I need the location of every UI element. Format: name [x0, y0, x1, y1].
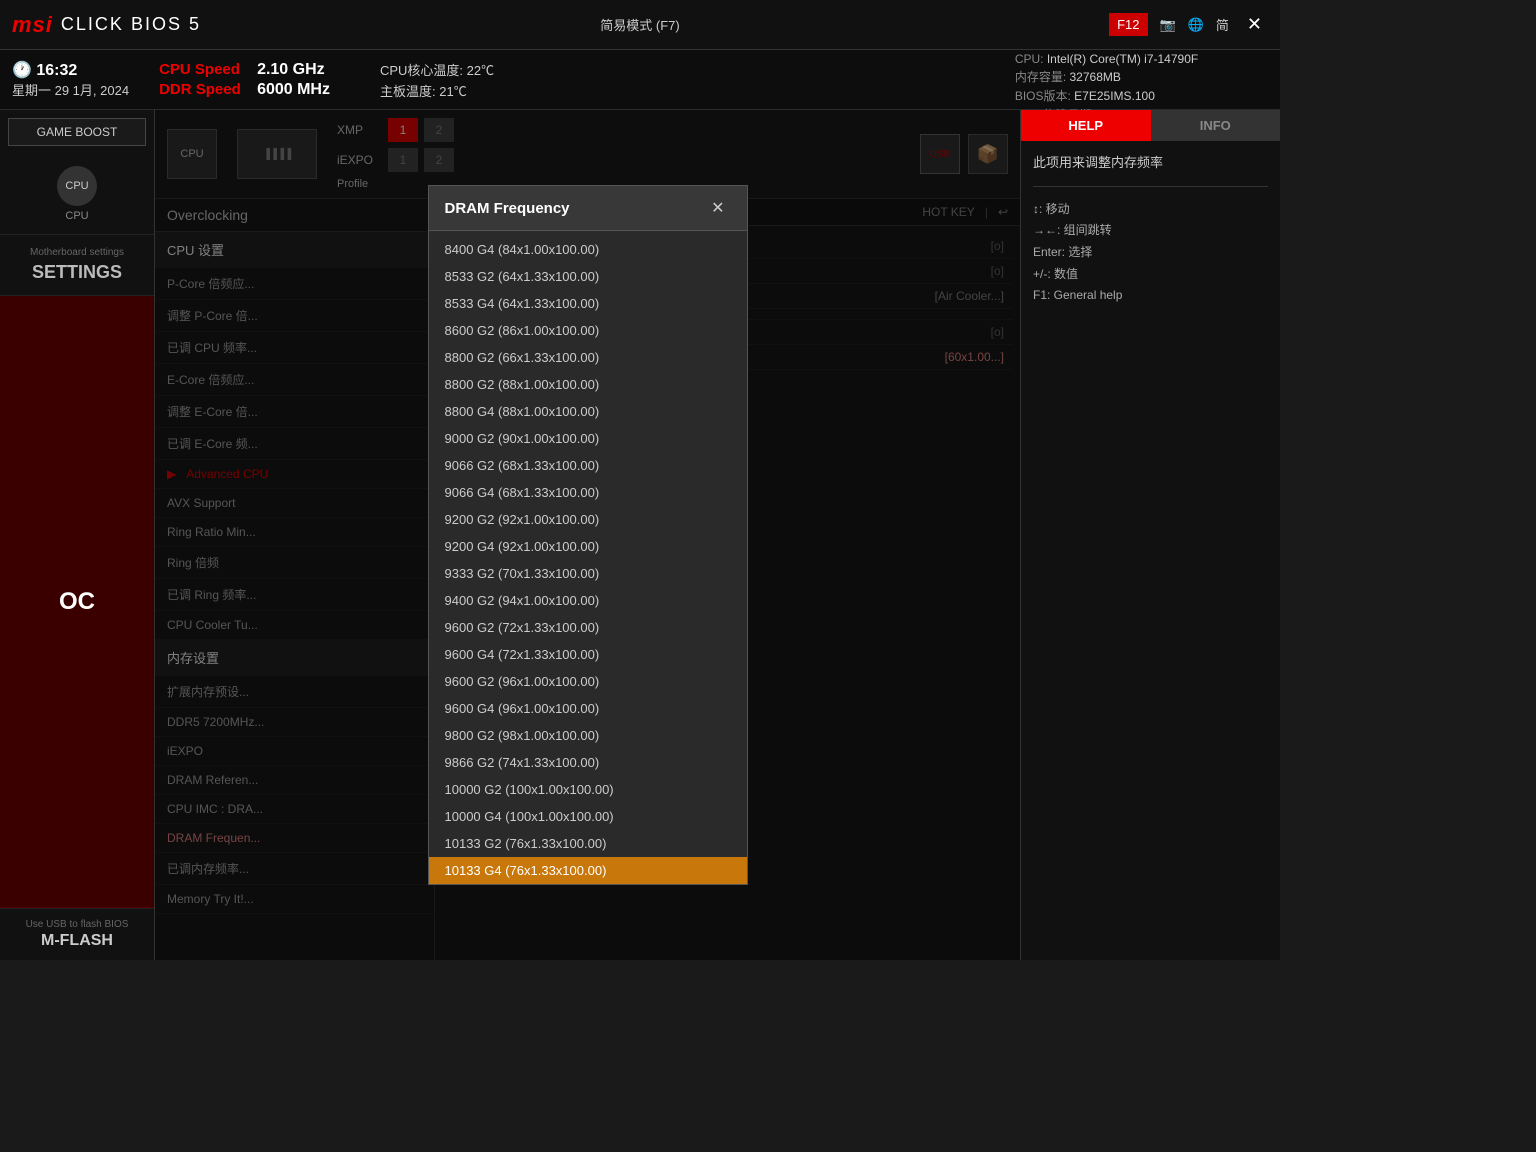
sidebar-nav: CPU CPU Motherboard settings SETTINGS OC… [0, 154, 154, 960]
time-display: 🕐 16:32 [12, 60, 129, 80]
clock-icon: 🕐 [12, 62, 32, 79]
cpu-icon-symbol: CPU [65, 180, 88, 192]
globe-icon[interactable]: 🌐 [1188, 17, 1204, 33]
ddr-speed-label: DDR Speed [159, 81, 249, 98]
modal-list-item[interactable]: 10000 G2 (100x1.00x100.00) [429, 776, 747, 803]
help-key-item: Enter: 选择 [1033, 242, 1268, 264]
top-bar: msi CLICK BIOS 5 简易模式 (F7) F12 📷 🌐 简 ✕ [0, 0, 1280, 50]
modal-list-item[interactable]: 9200 G4 (92x1.00x100.00) [429, 533, 747, 560]
dram-frequency-modal: DRAM Frequency ✕ 8000 G4 (80x1.00x100.00… [428, 185, 748, 885]
lang-button[interactable]: 简 [1216, 15, 1229, 34]
modal-list-item[interactable]: 8400 G4 (84x1.00x100.00) [429, 236, 747, 263]
modal-list-item[interactable]: 9600 G4 (96x1.00x100.00) [429, 695, 747, 722]
modal-list-item[interactable]: 10000 G4 (100x1.00x100.00) [429, 803, 747, 830]
sidebar-item-cpu[interactable]: CPU CPU [0, 154, 154, 235]
mflash-main-label: M-FLASH [41, 932, 113, 950]
sidebar-item-mflash[interactable]: Use USB to flash BIOS M-FLASH [0, 908, 154, 960]
modal-list-item[interactable]: 9600 G2 (72x1.33x100.00) [429, 614, 747, 641]
cpu-speed-label: CPU Speed [159, 61, 249, 78]
modal-list-item[interactable]: 10133 G2 (76x1.33x100.00) [429, 830, 747, 857]
help-key-item: →←: 组间跳转 [1033, 220, 1268, 242]
settings-sublabel: Motherboard settings [30, 247, 124, 258]
modal-list-item[interactable]: 9600 G2 (96x1.00x100.00) [429, 668, 747, 695]
temp-section: CPU核心温度: 22℃ 主板温度: 21℃ [380, 60, 494, 100]
modal-list-item[interactable]: 8533 G2 (64x1.33x100.00) [429, 263, 747, 290]
modal-list[interactable]: 8000 G4 (80x1.00x100.00)8200 G2 (82x1.00… [429, 231, 747, 884]
cpu-speed-value: 2.10 GHz [257, 61, 325, 79]
modal-header: DRAM Frequency ✕ [429, 186, 747, 231]
tab-info[interactable]: INFO [1151, 110, 1281, 141]
help-divider [1033, 186, 1268, 187]
modal-list-item[interactable]: 8600 G2 (86x1.00x100.00) [429, 317, 747, 344]
bios-ver-info: BIOS版本: E7E25IMS.100 [1015, 87, 1268, 104]
top-right-controls: F12 📷 🌐 简 ✕ [1109, 12, 1268, 37]
msi-logo: msi [12, 12, 53, 38]
speed-section: CPU Speed 2.10 GHz DDR Speed 6000 MHz [159, 61, 330, 99]
modal-title: DRAM Frequency [445, 200, 570, 217]
simple-mode-button[interactable]: 简易模式 (F7) [600, 15, 679, 34]
time-section: 🕐 16:32 星期一 29 1月, 2024 [12, 60, 129, 99]
main-layout: GAME BOOST CPU CPU Motherboard settings … [0, 110, 1280, 960]
left-sidebar: GAME BOOST CPU CPU Motherboard settings … [0, 110, 155, 960]
modal-list-item[interactable]: 10133 G4 (76x1.33x100.00) [429, 857, 747, 884]
help-text: 此项用来调整内存频率 [1033, 153, 1268, 174]
modal-list-item[interactable]: 8800 G2 (88x1.00x100.00) [429, 371, 747, 398]
modal-list-item[interactable]: 8800 G2 (66x1.33x100.00) [429, 344, 747, 371]
f12-button[interactable]: F12 [1109, 13, 1147, 36]
mb-temp-row: 主板温度: 21℃ [380, 81, 494, 100]
help-content: 此项用来调整内存频率 ↕: 移动→←: 组间跳转Enter: 选择+/-: 数值… [1021, 141, 1280, 960]
info-bar: 🕐 16:32 星期一 29 1月, 2024 CPU Speed 2.10 G… [0, 50, 1280, 110]
screenshot-button[interactable]: 📷 [1160, 17, 1176, 33]
modal-list-item[interactable]: 9000 G2 (90x1.00x100.00) [429, 425, 747, 452]
help-key-item: F1: General help [1033, 285, 1268, 307]
modal-overlay: DRAM Frequency ✕ 8000 G4 (80x1.00x100.00… [155, 110, 1020, 960]
click-bios-title: CLICK BIOS 5 [61, 14, 201, 35]
modal-list-item[interactable]: 9333 G2 (70x1.33x100.00) [429, 560, 747, 587]
sidebar-item-settings[interactable]: Motherboard settings SETTINGS [0, 235, 154, 296]
modal-list-item[interactable]: 9066 G2 (68x1.33x100.00) [429, 452, 747, 479]
modal-list-item[interactable]: 9866 G2 (74x1.33x100.00) [429, 749, 747, 776]
modal-close-button[interactable]: ✕ [705, 196, 730, 220]
cpu-icon: CPU [57, 166, 97, 206]
help-keys: ↕: 移动→←: 组间跳转Enter: 选择+/-: 数值F1: General… [1033, 199, 1268, 307]
center-content: CPU ▐▐▐▐ XMP 1 2 iEXPO 1 2 Profile [155, 110, 1020, 960]
help-key-item: ↕: 移动 [1033, 199, 1268, 221]
mem-info: 内存容量: 32768MB [1015, 68, 1268, 85]
game-boost-button[interactable]: GAME BOOST [8, 118, 146, 146]
cpu-speed-row: CPU Speed 2.10 GHz [159, 61, 330, 79]
modal-list-item[interactable]: 9066 G4 (68x1.33x100.00) [429, 479, 747, 506]
right-panel: HELP INFO 此项用来调整内存频率 ↕: 移动→←: 组间跳转Enter:… [1020, 110, 1280, 960]
modal-list-item[interactable]: 9600 G4 (72x1.33x100.00) [429, 641, 747, 668]
sidebar-item-oc[interactable]: OC [0, 296, 154, 908]
tab-help[interactable]: HELP [1021, 110, 1151, 141]
modal-list-item[interactable]: 8533 G4 (64x1.33x100.00) [429, 290, 747, 317]
sidebar-cpu-label: CPU [65, 210, 88, 222]
cpu-info: CPU: Intel(R) Core(TM) i7-14790F [1015, 52, 1268, 66]
right-panel-tabs: HELP INFO [1021, 110, 1280, 141]
ddr-speed-row: DDR Speed 6000 MHz [159, 81, 330, 99]
settings-main-label: SETTINGS [32, 262, 122, 283]
modal-list-item[interactable]: 9800 G2 (98x1.00x100.00) [429, 722, 747, 749]
mflash-sublabel: Use USB to flash BIOS [26, 919, 129, 930]
modal-list-item[interactable]: 8800 G4 (88x1.00x100.00) [429, 398, 747, 425]
ddr-speed-value: 6000 MHz [257, 81, 330, 99]
close-button[interactable]: ✕ [1241, 12, 1268, 37]
cpu-temp-row: CPU核心温度: 22℃ [380, 60, 494, 79]
modal-list-item[interactable]: 9400 G2 (94x1.00x100.00) [429, 587, 747, 614]
date-display: 星期一 29 1月, 2024 [12, 80, 129, 99]
oc-label: OC [59, 588, 95, 616]
top-center: 简易模式 (F7) [600, 15, 679, 34]
modal-list-item[interactable]: 9200 G2 (92x1.00x100.00) [429, 506, 747, 533]
help-key-item: +/-: 数值 [1033, 264, 1268, 286]
